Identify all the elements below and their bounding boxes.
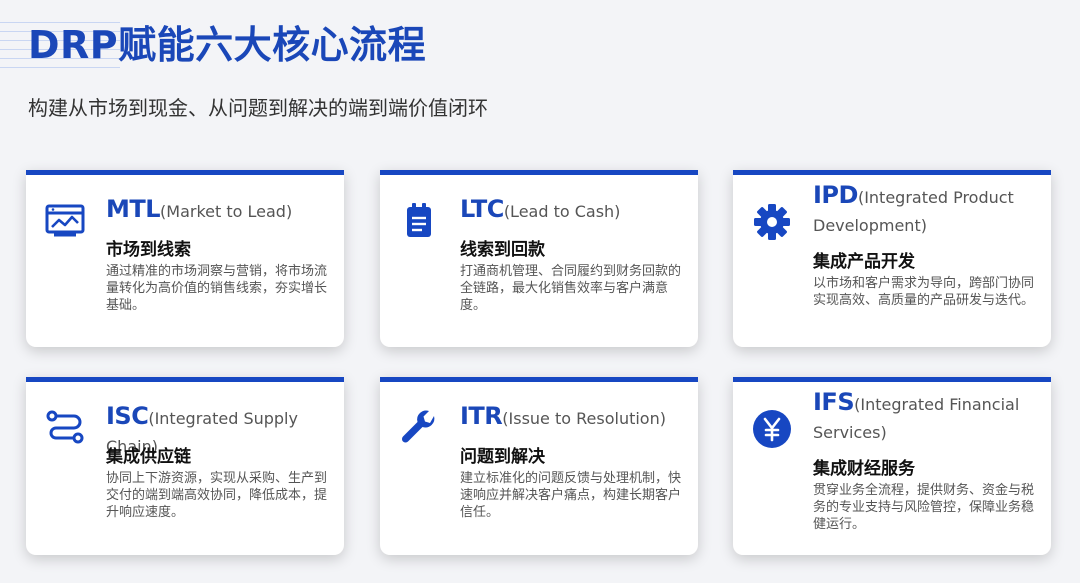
card-abbr: MTL: [106, 195, 161, 223]
card-heading: IPD(Integrated Product Development): [813, 181, 1041, 240]
card-full-name: (Market to Lead): [160, 202, 293, 221]
page-subtitle: 构建从市场到现金、从问题到解决的端到端价值闭环: [28, 96, 488, 120]
process-card-ltc: LTC(Lead to Cash) 线索到回款 打通商机管理、合同履约到财务回款…: [380, 170, 698, 347]
card-abbr: IPD: [813, 181, 858, 209]
card-title: 集成供应链: [106, 447, 191, 467]
card-title: 集成财经服务: [813, 459, 915, 479]
card-abbr: IFS: [813, 388, 855, 416]
card-description: 协同上下游资源，实现从采购、生产到交付的端到端高效协同，降低成本，提升响应速度。: [106, 471, 328, 520]
card-title: 线索到回款: [460, 240, 545, 260]
yen-coin-icon: [751, 408, 793, 450]
card-abbr: LTC: [460, 195, 504, 223]
process-card-mtl: MTL(Market to Lead) 市场到线索 通过精准的市场洞察与营销，将…: [26, 170, 344, 347]
process-card-isc: ISC(Integrated Supply Chain) 集成供应链 协同上下游…: [26, 377, 344, 555]
process-card-itr: ITR(Issue to Resolution) 问题到解决 建立标准化的问题反…: [380, 377, 698, 555]
presentation-chart-icon: [44, 199, 86, 241]
route-icon: [44, 406, 86, 448]
card-abbr: ITR: [460, 402, 503, 430]
card-description: 贯穿业务全流程，提供财务、资金与税务的专业支持与风险管控，保障业务稳健运行。: [813, 483, 1035, 532]
card-full-name: (Issue to Resolution): [502, 409, 666, 428]
gear-icon: [751, 201, 793, 243]
page-title: DRP赋能六大核心流程: [28, 23, 427, 67]
card-title: 市场到线索: [106, 240, 191, 260]
card-description: 以市场和客户需求为导向，跨部门协同实现高效、高质量的产品研发与迭代。: [813, 276, 1035, 308]
card-heading: IFS(Integrated Financial Services): [813, 388, 1041, 447]
card-title: 集成产品开发: [813, 252, 915, 272]
process-card-ipd: IPD(Integrated Product Development) 集成产品…: [733, 170, 1051, 347]
card-description: 通过精准的市场洞察与营销，将市场流量转化为高价值的销售线索，夯实增长基础。: [106, 264, 328, 313]
card-heading: ITR(Issue to Resolution): [460, 402, 688, 433]
card-title: 问题到解决: [460, 447, 545, 467]
card-abbr: ISC: [106, 402, 149, 430]
card-description: 打通商机管理、合同履约到财务回款的全链路，最大化销售效率与客户满意度。: [460, 264, 682, 313]
card-heading: LTC(Lead to Cash): [460, 195, 688, 226]
wrench-icon: [398, 406, 440, 448]
clipboard-icon: [398, 199, 440, 241]
process-card-ifs: IFS(Integrated Financial Services) 集成财经服…: [733, 377, 1051, 555]
card-full-name: (Lead to Cash): [503, 202, 621, 221]
card-heading: MTL(Market to Lead): [106, 195, 334, 226]
card-description: 建立标准化的问题反馈与处理机制，快速响应并解决客户痛点，构建长期客户信任。: [460, 471, 682, 520]
